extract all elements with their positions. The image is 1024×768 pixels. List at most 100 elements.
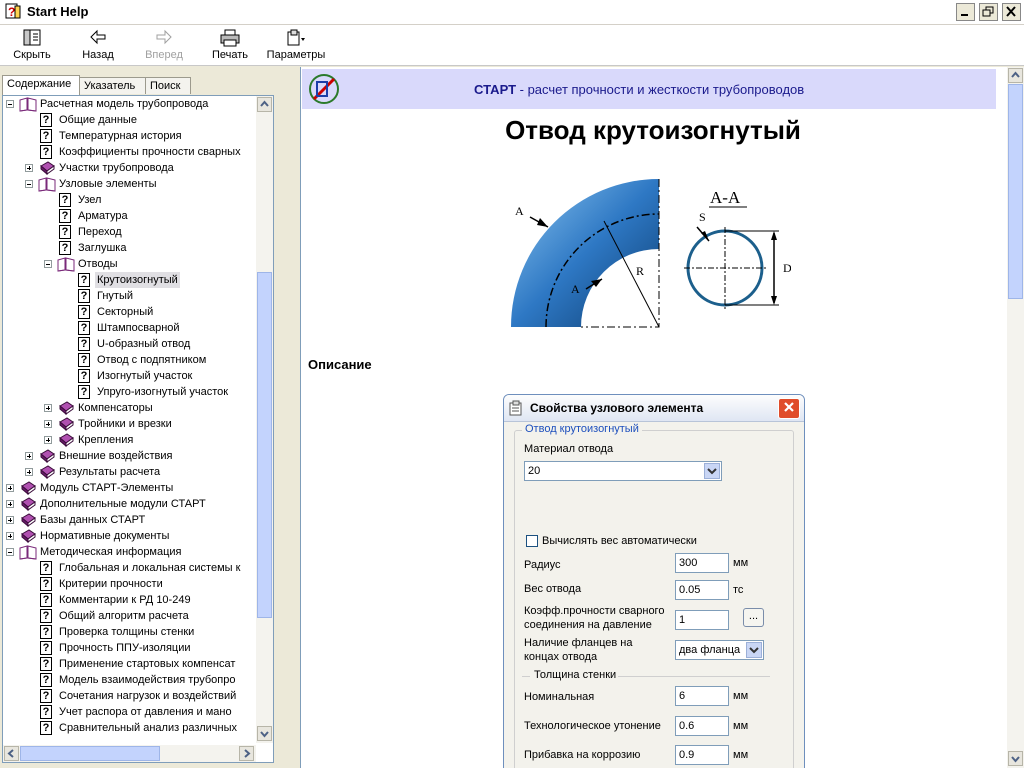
expand-plus-icon[interactable]	[25, 468, 33, 476]
closed-book-icon	[19, 512, 36, 528]
expand-plus-icon[interactable]	[44, 420, 52, 428]
hide-pane-icon	[23, 29, 41, 46]
properties-icon	[509, 400, 522, 416]
flanges-dropdown-arrow[interactable]	[746, 642, 762, 658]
label-s: S	[699, 210, 706, 224]
expand-plus-icon[interactable]	[6, 500, 14, 508]
content-scroll-down-button[interactable]	[1008, 751, 1023, 766]
expand-plus-icon[interactable]	[6, 516, 14, 524]
elbow-drawing: A A R А-А D S	[511, 179, 791, 328]
contents-tree-box: Расчетная модель трубопровода? Общие данн…	[2, 95, 274, 763]
closed-book-icon	[38, 464, 55, 480]
tree-node-label: Гнутый	[97, 290, 134, 302]
tab-search[interactable]: Поиск	[145, 77, 191, 94]
auto-weight-checkbox[interactable]	[526, 535, 538, 547]
tree-node-label: Внешние воздействия	[59, 450, 173, 462]
label-r: R	[636, 264, 644, 278]
forward-button[interactable]: Вперед	[142, 29, 186, 63]
start-logo-icon	[309, 74, 339, 104]
content-vertical-scrollbar[interactable]	[1007, 67, 1024, 768]
tree-node-label: Переход	[78, 226, 122, 238]
arrow-up-icon	[260, 100, 269, 107]
collapse-minus-icon[interactable]	[44, 260, 52, 268]
help-page-icon: ?	[76, 272, 92, 288]
dialog-close-button[interactable]	[778, 398, 800, 419]
printer-icon	[220, 29, 240, 47]
radius-input[interactable]: 300	[675, 553, 729, 573]
options-label: Параметры	[266, 49, 326, 61]
expand-plus-icon[interactable]	[25, 164, 33, 172]
help-page-icon: ?	[38, 624, 54, 640]
content-scroll-thumb[interactable]	[1008, 84, 1023, 299]
elbow-pipe-shape	[511, 179, 659, 327]
expand-plus-icon[interactable]	[44, 436, 52, 444]
expand-plus-icon[interactable]	[44, 404, 52, 412]
expand-plus-icon[interactable]	[6, 532, 14, 540]
tree-node-label: Сравнительный анализ различных	[59, 722, 238, 734]
tree-node-label: Температурная история	[59, 130, 182, 142]
tree-hscroll-thumb[interactable]	[20, 746, 160, 761]
help-page-icon: ?	[76, 384, 92, 400]
tree-node-label: Заглушка	[78, 242, 127, 254]
help-page-icon: ?	[57, 192, 73, 208]
tab-index[interactable]: Указатель	[79, 77, 146, 94]
nominal-input[interactable]: 6	[675, 686, 729, 706]
expand-plus-icon[interactable]	[25, 452, 33, 460]
tab-contents[interactable]: Содержание	[2, 75, 80, 95]
hide-button[interactable]: Скрыть	[11, 29, 53, 63]
svg-text:?: ?	[8, 5, 15, 19]
scroll-right-button[interactable]	[239, 746, 254, 761]
tree-node-label: Упруго-изогнутый участок	[97, 386, 229, 398]
toolbar: Скрыть Назад Вперед Печать Параметры	[0, 25, 1024, 66]
wall-thickness-section: Толщина стенки	[534, 669, 617, 681]
options-button[interactable]: Параметры	[265, 29, 327, 63]
tree-node-label: Тройники и врезки	[78, 418, 172, 430]
close-button[interactable]	[1002, 3, 1021, 21]
scroll-left-button[interactable]	[4, 746, 19, 761]
help-page-icon: ?	[76, 352, 92, 368]
thinning-input[interactable]: 0.6	[675, 716, 729, 736]
scroll-down-button[interactable]	[257, 726, 272, 741]
tree-scroll-thumb[interactable]	[257, 272, 272, 618]
navigation-pane: Содержание Указатель Поиск Расчетная мод…	[0, 67, 283, 768]
tree-node-label: Отвод с подпятником	[97, 354, 207, 366]
help-page-icon: ?	[38, 688, 54, 704]
weight-input[interactable]: 0.05	[675, 580, 729, 600]
label-a-top: A	[515, 204, 524, 218]
help-page-icon: ?	[76, 304, 92, 320]
tree-node-label: Изогнутый участок	[97, 370, 193, 382]
label-d: D	[783, 261, 791, 275]
weld-coefficient-input[interactable]: 1	[675, 610, 729, 630]
tree-horizontal-scrollbar[interactable]	[3, 745, 256, 762]
restore-button[interactable]	[979, 3, 998, 21]
print-button[interactable]: Печать	[210, 29, 250, 63]
closed-book-icon	[38, 160, 55, 176]
tree-vertical-scrollbar[interactable]	[256, 96, 273, 743]
weight-unit: тс	[733, 584, 744, 596]
closed-book-icon	[57, 400, 74, 416]
arrow-down-icon	[1011, 756, 1020, 763]
corrosion-input[interactable]: 0.9	[675, 745, 729, 765]
flanges-select[interactable]: два фланца	[675, 640, 764, 660]
back-button[interactable]: Назад	[80, 29, 116, 63]
weld-browse-button[interactable]: ...	[743, 608, 764, 627]
closed-book-icon	[19, 528, 36, 544]
material-dropdown-arrow[interactable]	[704, 463, 720, 479]
node-properties-dialog: Свойства узлового элемента Отвод крутоиз…	[503, 394, 805, 768]
tree-node-label: Критерии прочности	[59, 578, 163, 590]
collapse-minus-icon[interactable]	[25, 180, 33, 188]
flanges-label-line1: Наличие фланцев на	[524, 637, 633, 649]
group-title: Отвод крутоизогнутый	[522, 423, 642, 435]
content-scroll-up-button[interactable]	[1008, 68, 1023, 83]
help-page-icon: ?	[38, 704, 54, 720]
pane-splitter[interactable]	[283, 67, 300, 768]
expand-plus-icon[interactable]	[6, 484, 14, 492]
back-arrow-icon	[90, 29, 106, 45]
collapse-minus-icon[interactable]	[6, 100, 14, 108]
collapse-minus-icon[interactable]	[6, 548, 14, 556]
minimize-button[interactable]	[956, 3, 975, 21]
nominal-unit: мм	[733, 690, 749, 702]
material-select[interactable]: 20	[524, 461, 722, 481]
tree-node-label: Штампосварной	[97, 322, 180, 334]
scroll-up-button[interactable]	[257, 97, 272, 112]
